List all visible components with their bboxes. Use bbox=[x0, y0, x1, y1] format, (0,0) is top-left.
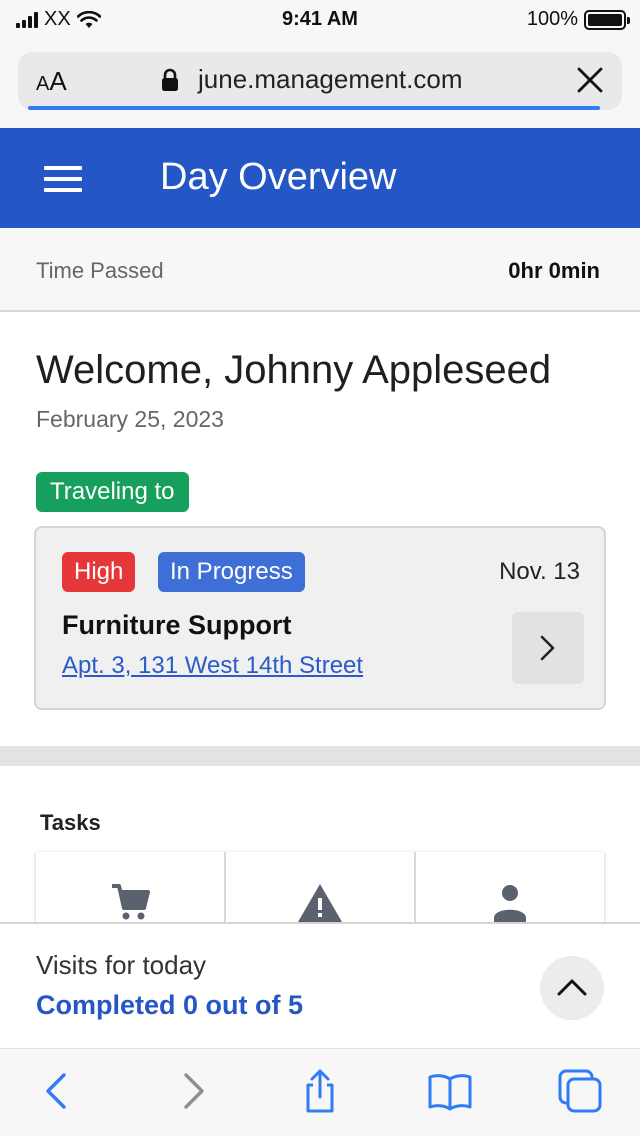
visit-address-link[interactable]: Apt. 3, 131 West 14th Street bbox=[62, 652, 363, 680]
visits-status: Completed 0 out of 5 bbox=[36, 990, 304, 1020]
close-icon[interactable] bbox=[576, 66, 604, 94]
url-text[interactable]: june.management.com bbox=[198, 64, 462, 95]
battery-icon bbox=[584, 9, 630, 30]
visits-summary-sheet[interactable]: Visits for today Completed 0 out of 5 bbox=[0, 922, 640, 1048]
page-title: Day Overview bbox=[160, 156, 397, 198]
visit-date: Nov. 13 bbox=[499, 558, 580, 585]
time-passed-bar: Time Passed 0hr 0min bbox=[0, 228, 640, 312]
visit-title: Furniture Support bbox=[62, 610, 292, 640]
battery-group: 100% bbox=[526, 8, 630, 31]
expand-sheet-button[interactable] bbox=[540, 956, 604, 1020]
traveling-badge: Traveling to bbox=[36, 472, 189, 512]
lock-icon bbox=[162, 68, 178, 91]
tasks-heading: Tasks bbox=[40, 810, 101, 835]
hamburger-menu-icon[interactable] bbox=[44, 166, 82, 192]
browser-address-area: AA june.management.com bbox=[0, 40, 640, 128]
section-divider bbox=[0, 746, 640, 766]
time-passed-label: Time Passed bbox=[36, 258, 164, 283]
battery-percent: 100% bbox=[526, 8, 578, 30]
priority-badge: High bbox=[62, 552, 136, 592]
visits-label: Visits for today bbox=[36, 950, 207, 980]
text-size-button[interactable]: AA bbox=[36, 66, 67, 97]
forward-icon[interactable] bbox=[168, 1067, 216, 1115]
status-bar: XX 9:41 AM 100% bbox=[0, 0, 640, 40]
warning-icon bbox=[298, 884, 342, 922]
cart-icon bbox=[112, 884, 150, 920]
chevron-right-icon bbox=[540, 635, 555, 661]
visit-card[interactable]: High In Progress Nov. 13 Furniture Suppo… bbox=[34, 526, 606, 710]
task-issue[interactable] bbox=[226, 852, 416, 932]
open-visit-button[interactable] bbox=[512, 612, 584, 684]
person-icon bbox=[494, 885, 526, 922]
current-date: February 25, 2023 bbox=[36, 406, 224, 432]
browser-toolbar bbox=[0, 1048, 640, 1136]
time-passed-value: 0hr 0min bbox=[508, 258, 600, 283]
task-shopping[interactable] bbox=[36, 852, 226, 932]
tabs-icon[interactable] bbox=[556, 1067, 604, 1115]
tasks-grid bbox=[36, 852, 604, 932]
task-contact[interactable] bbox=[416, 852, 604, 932]
bookmarks-icon[interactable] bbox=[426, 1067, 474, 1115]
page-load-progress bbox=[28, 106, 600, 110]
status-badge: In Progress bbox=[158, 552, 305, 592]
back-icon[interactable] bbox=[34, 1067, 82, 1115]
share-icon[interactable] bbox=[296, 1067, 344, 1115]
app-header: Day Overview bbox=[0, 128, 640, 228]
chevron-up-icon bbox=[557, 979, 587, 996]
welcome-heading: Welcome, Johnny Appleseed bbox=[36, 348, 552, 392]
